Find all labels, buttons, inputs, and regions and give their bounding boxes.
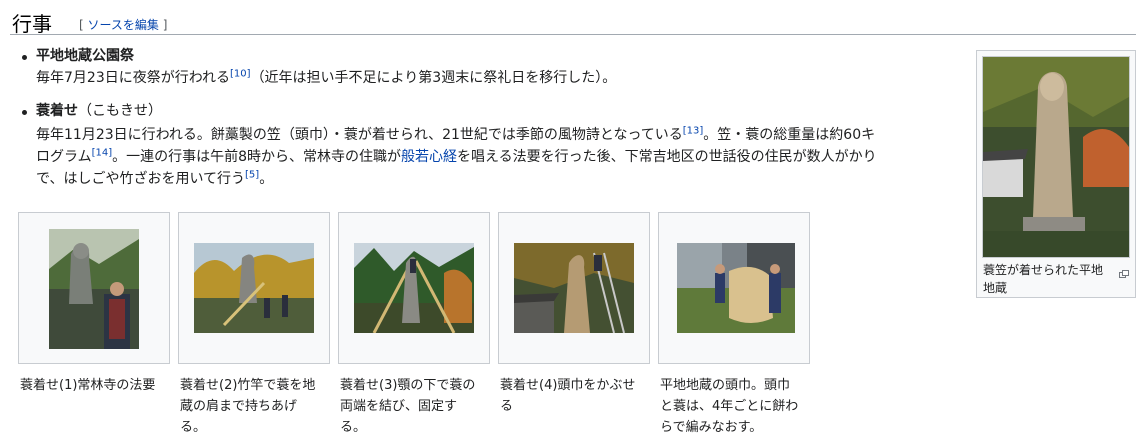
gallery-thumb-3[interactable] xyxy=(338,212,490,364)
gallery-thumb-2[interactable] xyxy=(178,212,330,364)
gallery-caption-4: 蓑着せ(4)頭巾をかぶせる xyxy=(500,378,636,414)
photo-straw-hood[interactable] xyxy=(677,243,795,333)
side-thumbnail: 蓑笠が着せられた平地地蔵 xyxy=(976,50,1136,298)
bullet xyxy=(22,55,27,60)
gallery-caption-3: 蓑着せ(3)顎の下で蓑の両端を結び、固定する。 xyxy=(340,378,476,435)
edit-source-link[interactable]: ソースを編集 xyxy=(88,18,159,32)
paragraph-text: 。笠・蓑の総重量は約60キ xyxy=(703,127,876,143)
section-title: 行事 xyxy=(12,12,52,36)
gallery-caption-2: 蓑着せ(2)竹竿で蓑を地蔵の肩まで持ちあげる。 xyxy=(180,378,316,435)
reference-link[interactable]: [14] xyxy=(92,147,113,158)
reference-link[interactable]: [5] xyxy=(245,169,259,180)
paragraph-festival: 毎年7月23日に夜祭が行われる[10]（近年は担い手不足により第3週末に祭礼日を… xyxy=(36,67,956,89)
photo-placing-hood[interactable] xyxy=(514,243,634,333)
photo-tying-cape[interactable] xyxy=(354,243,474,333)
gallery-thumb-4[interactable] xyxy=(498,212,650,364)
paragraph-line: ログラム[14]。一連の行事は午前8時から、常林寺の住職が般若心経を唱える法要を… xyxy=(36,146,956,168)
term-reading: （こもきせ） xyxy=(78,103,162,119)
paragraph-text: 毎年11月23日に行われる。餅藁製の笠（頭巾）・蓑が着せられ、21世紀では季節の… xyxy=(36,127,683,143)
paragraph-text: 。 xyxy=(259,171,274,187)
magnify-icon[interactable] xyxy=(1119,263,1129,278)
photo-jizo-in-straw[interactable] xyxy=(982,56,1130,258)
edit-bracket-close: ] xyxy=(158,18,168,32)
paragraph-text: を唱える法要を行った後、下常吉地区の世話役の住民が数人がかり xyxy=(457,149,877,165)
hannya-shingyo-link[interactable]: 般若心経 xyxy=(401,149,457,165)
paragraph-text: 毎年7月23日に夜祭が行われる xyxy=(36,70,231,86)
bullet xyxy=(22,110,27,115)
gallery-caption-5: 平地地蔵の頭巾。頭巾と蓑は、4年ごとに餅わらで編みなおす。 xyxy=(660,378,799,435)
term-label: 蓑着せ xyxy=(36,103,78,119)
photo-lifting-straw-cape[interactable] xyxy=(194,243,314,333)
term-komokise: 蓑着せ（こもきせ） xyxy=(36,100,162,120)
gallery-thumb-1[interactable] xyxy=(18,212,170,364)
edit-bracket-open: [ xyxy=(79,18,88,32)
photo-memorial-service[interactable] xyxy=(49,229,139,349)
gallery-caption-1: 蓑着せ(1)常林寺の法要 xyxy=(20,378,156,393)
term-heiji-festival: 平地地蔵公園祭 xyxy=(36,45,134,65)
side-thumbnail-caption: 蓑笠が着せられた平地地蔵 xyxy=(983,263,1104,295)
paragraph-text: で、はしごや竹ざおを用いて行う xyxy=(36,171,246,187)
edit-section: [ ソースを編集 ] xyxy=(79,16,167,33)
paragraph-line: 毎年11月23日に行われる。餅藁製の笠（頭巾）・蓑が着せられ、21世紀では季節の… xyxy=(36,124,956,146)
reference-link[interactable]: [13] xyxy=(683,125,704,136)
paragraph-text: ログラム xyxy=(36,149,92,165)
paragraph-text: 。一連の行事は午前8時から、常林寺の住職が xyxy=(112,149,402,165)
term-label: 平地地蔵公園祭 xyxy=(36,48,134,64)
paragraph-text: （近年は担い手不足により第3週末に祭礼日を移行した）。 xyxy=(250,70,617,86)
paragraph-line: で、はしごや竹ざおを用いて行う[5]。 xyxy=(36,168,956,190)
paragraph-komokise: 毎年11月23日に行われる。餅藁製の笠（頭巾）・蓑が着せられ、21世紀では季節の… xyxy=(36,124,956,190)
gallery-thumb-5[interactable] xyxy=(658,212,810,364)
reference-link[interactable]: [10] xyxy=(230,68,251,79)
section-heading: 行事 [ ソースを編集 ] xyxy=(10,6,1136,36)
